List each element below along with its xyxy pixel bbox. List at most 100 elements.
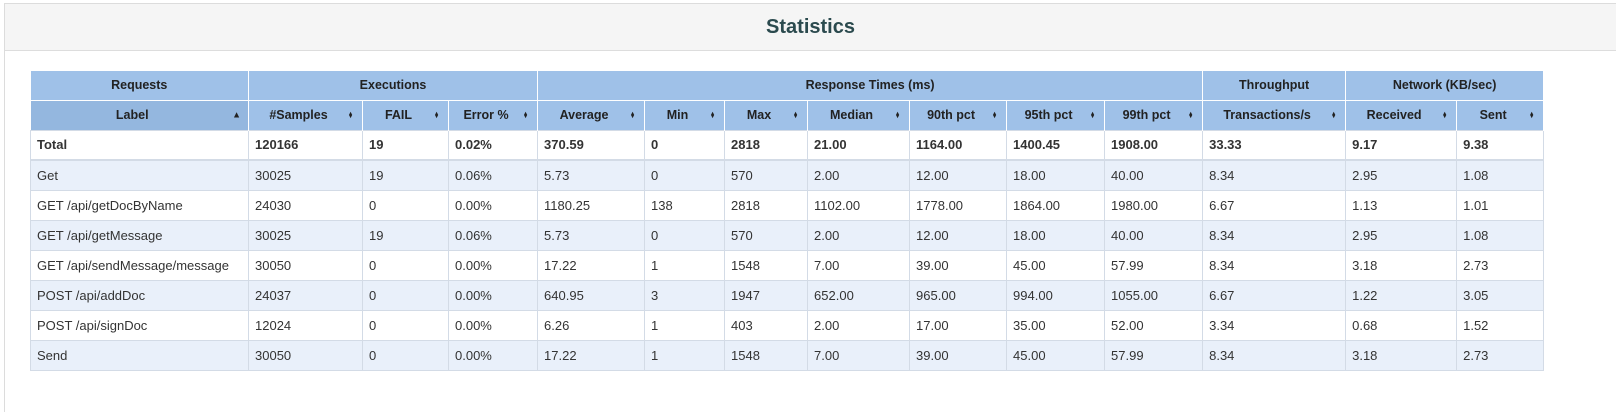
cell-99th-pct: 57.99 [1104, 339, 1204, 371]
cell-label: GET /api/sendMessage/message [30, 249, 249, 281]
cell-error: 0.00% [447, 249, 539, 281]
sort-both-icon: ▲ ▼ [628, 110, 638, 120]
cell-samples: 120166 [248, 129, 363, 161]
cell-fail: 0 [362, 339, 449, 371]
cell-99th-pct: 57.99 [1104, 249, 1204, 281]
cell-fail: 19 [362, 219, 449, 251]
cell-fail: 0 [362, 279, 449, 311]
cell-90th-pct: 39.00 [909, 249, 1008, 281]
column-header-90th-pct[interactable]: 90th pct ▲ ▼ [909, 99, 1008, 130]
cell-sent: 1.08 [1456, 159, 1545, 191]
cell-sent: 2.73 [1456, 339, 1545, 371]
cell-min: 3 [644, 279, 726, 311]
cell-error: 0.06% [447, 219, 539, 251]
cell-99th-pct: 40.00 [1104, 159, 1204, 191]
cell-max: 2818 [724, 129, 809, 161]
cell-99th-pct: 1055.00 [1104, 279, 1204, 311]
table-row: Get 30025 19 0.06% 5.73 0 570 2.00 12.00 18.00 40.… [30, 159, 1545, 191]
cell-95th-pct: 45.00 [1006, 339, 1106, 371]
column-header-99th-pct[interactable]: 99th pct ▲ ▼ [1104, 99, 1204, 130]
table-row: POST /api/addDoc 24037 0 0.00% 640.95 3 1947 65… [30, 279, 1545, 311]
column-header-error[interactable]: Error % ▲ ▼ [448, 99, 539, 130]
cell-fail: 0 [362, 309, 449, 341]
column-header-median[interactable]: Median ▲ ▼ [807, 99, 911, 130]
cell-label: GET /api/getDocByName [30, 189, 249, 221]
cell-received: 0.68 [1345, 309, 1458, 341]
cell-median: 2.00 [807, 219, 911, 251]
sort-both-icon: ▲ ▼ [1186, 110, 1196, 120]
cell-average: 5.73 [537, 219, 646, 251]
cell-samples: 12024 [248, 309, 363, 341]
cell-average: 5.73 [537, 159, 646, 191]
cell-samples: 24030 [248, 189, 363, 221]
cell-received: 1.22 [1345, 279, 1458, 311]
cell-99th-pct: 1980.00 [1104, 189, 1204, 221]
cell-median: 1102.00 [807, 189, 911, 221]
cell-90th-pct: 12.00 [909, 219, 1008, 251]
cell-samples: 30050 [248, 249, 363, 281]
column-header-label: Label [115, 108, 149, 122]
statistics-table: Requests Executions Response Times (ms) … [30, 71, 1545, 371]
cell-90th-pct: 965.00 [909, 279, 1008, 311]
cell-label: POST /api/addDoc [30, 279, 249, 311]
cell-average: 640.95 [537, 279, 646, 311]
cell-transactions-s: 3.34 [1202, 309, 1347, 341]
cell-samples: 24037 [248, 279, 363, 311]
column-header-received[interactable]: Received ▲ ▼ [1345, 99, 1458, 130]
sort-both-icon: ▲ ▼ [521, 110, 531, 120]
column-header-samples[interactable]: #Samples ▲ ▼ [248, 99, 363, 130]
sort-ascending-icon: ▲ [232, 109, 241, 120]
column-header-95th-pct[interactable]: 95th pct ▲ ▼ [1006, 99, 1106, 130]
cell-min: 1 [644, 339, 726, 371]
column-header-label: 90th pct [927, 108, 975, 122]
cell-max: 1548 [724, 339, 809, 371]
cell-sent: 2.73 [1456, 249, 1545, 281]
cell-median: 2.00 [807, 159, 911, 191]
cell-received: 2.95 [1345, 219, 1458, 251]
sort-both-icon: ▲ ▼ [990, 110, 1000, 120]
sort-both-icon: ▲ ▼ [1527, 110, 1537, 120]
column-header-label[interactable]: Label ▲ [30, 99, 249, 130]
cell-error: 0.06% [447, 159, 539, 191]
cell-90th-pct: 17.00 [909, 309, 1008, 341]
cell-max: 403 [724, 309, 809, 341]
sort-both-icon: ▲ ▼ [791, 110, 801, 120]
cell-median: 21.00 [807, 129, 911, 161]
cell-error: 0.00% [447, 339, 539, 371]
cell-95th-pct: 45.00 [1006, 249, 1106, 281]
cell-sent: 1.08 [1456, 219, 1545, 251]
cell-fail: 0 [362, 249, 449, 281]
cell-95th-pct: 35.00 [1006, 309, 1106, 341]
cell-fail: 0 [362, 189, 449, 221]
cell-received: 3.18 [1345, 339, 1458, 371]
cell-transactions-s: 6.67 [1202, 189, 1347, 221]
cell-transactions-s: 8.34 [1202, 339, 1347, 371]
column-header-label: 95th pct [1024, 108, 1073, 122]
column-header-transactions-s[interactable]: Transactions/s ▲ ▼ [1202, 99, 1347, 130]
cell-samples: 30025 [248, 159, 363, 191]
cell-90th-pct: 1778.00 [909, 189, 1008, 221]
cell-95th-pct: 18.00 [1006, 219, 1106, 251]
cell-transactions-s: 8.34 [1202, 159, 1347, 191]
column-header-label: Average [559, 108, 609, 122]
column-header-sent[interactable]: Sent ▲ ▼ [1456, 99, 1545, 130]
column-header-label: Median [830, 108, 874, 122]
cell-99th-pct: 1908.00 [1104, 129, 1204, 161]
column-header-min[interactable]: Min ▲ ▼ [644, 99, 726, 130]
column-header-label: Max [746, 108, 772, 122]
cell-label: Get [30, 159, 249, 191]
cell-min: 138 [644, 189, 726, 221]
cell-error: 0.00% [447, 279, 539, 311]
cell-median: 7.00 [807, 339, 911, 371]
group-header-throughput: Throughput [1202, 71, 1347, 100]
column-header-label: 99th pct [1122, 108, 1171, 122]
cell-95th-pct: 994.00 [1006, 279, 1106, 311]
column-header-label: Received [1366, 108, 1422, 122]
table-row: GET /api/sendMessage/message 30050 0 0.00% 1… [30, 249, 1545, 281]
cell-label: GET /api/getMessage [30, 219, 249, 251]
column-header-max[interactable]: Max ▲ ▼ [724, 99, 809, 130]
cell-min: 1 [644, 309, 726, 341]
column-header-average[interactable]: Average ▲ ▼ [537, 99, 646, 130]
group-header-response-times: Response Times (ms) [537, 71, 1204, 100]
column-header-fail[interactable]: FAIL ▲ ▼ [362, 99, 449, 130]
